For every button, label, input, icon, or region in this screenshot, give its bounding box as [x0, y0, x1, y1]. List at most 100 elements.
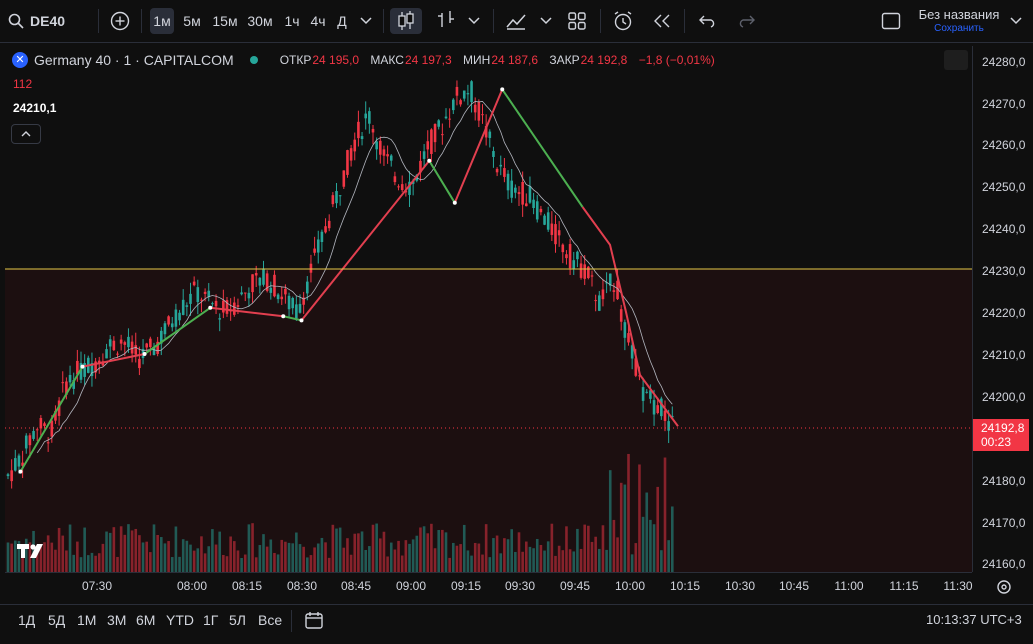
- price-tick: 24270,0: [982, 97, 1026, 111]
- candle-body: [565, 254, 568, 259]
- time-tick: 08:15: [231, 579, 263, 593]
- legend-title[interactable]: Germany 40 · 1 · CAPITALCOM: [34, 52, 234, 68]
- zigzag-pivot: [299, 318, 304, 323]
- volume-bar: [565, 526, 568, 572]
- volume-bar: [667, 540, 670, 572]
- volume-bar: [572, 551, 576, 572]
- volume-bar: [236, 550, 240, 572]
- zigzag-pivot: [142, 352, 147, 356]
- candle-body: [590, 275, 594, 277]
- candle-body: [506, 173, 510, 191]
- volume-bar: [170, 557, 174, 572]
- volume-bar: [652, 524, 656, 572]
- volume-bar: [411, 539, 415, 572]
- volume-bar: [481, 554, 484, 572]
- candle-body: [276, 294, 280, 300]
- candle-body: [441, 134, 444, 136]
- volume-bar: [112, 527, 116, 572]
- candle-body: [181, 299, 185, 315]
- volume-bar: [108, 532, 112, 572]
- range-6m-button[interactable]: 6М: [136, 612, 155, 628]
- volume-bar: [630, 554, 634, 572]
- time-tick: 10:15: [669, 579, 701, 593]
- candle-body: [598, 295, 601, 311]
- candle-body: [576, 251, 579, 260]
- volume-bar: [349, 554, 353, 572]
- candle-body: [6, 474, 10, 477]
- candle-body: [108, 339, 112, 347]
- volume-bar: [79, 557, 83, 572]
- range-5y-button[interactable]: 5Л: [229, 612, 246, 628]
- volume-bar: [419, 527, 422, 572]
- volume-bar: [335, 528, 338, 572]
- candle-body: [349, 148, 353, 161]
- volume-bar: [608, 470, 612, 572]
- volume-bar: [649, 519, 652, 572]
- time-tick: 07:30: [81, 579, 113, 593]
- zigzag-pivot: [500, 87, 505, 92]
- candle-body: [174, 309, 178, 327]
- volume-bar: [663, 457, 667, 572]
- time-axis[interactable]: [5, 572, 972, 605]
- collapse-legend-button[interactable]: [11, 124, 41, 144]
- candle-body: [433, 124, 437, 143]
- volume-bar: [262, 534, 265, 572]
- range-1m-button[interactable]: 1М: [77, 612, 96, 628]
- volume-bar: [134, 528, 138, 572]
- candle-body: [371, 128, 375, 133]
- open-label: ОТКР: [279, 53, 312, 67]
- timezone-clock[interactable]: 10:13:37 UTC+3: [926, 612, 1022, 627]
- volume-bar: [543, 550, 546, 572]
- volume-bar: [145, 541, 148, 572]
- candle-body: [645, 391, 649, 393]
- range-1y-button[interactable]: 1Г: [203, 612, 218, 628]
- volume-bar: [357, 533, 360, 572]
- volume-bar: [295, 532, 298, 572]
- volume-bar: [528, 546, 532, 572]
- candle-body: [583, 264, 586, 279]
- volume-bar: [225, 556, 229, 572]
- volume-bar: [116, 556, 119, 572]
- volume-bar: [324, 542, 327, 572]
- candle-body: [473, 104, 477, 113]
- volume-bar: [532, 548, 535, 572]
- candle-body: [295, 304, 298, 319]
- candle-body: [291, 297, 294, 309]
- volume-bar: [393, 549, 397, 572]
- candle-body: [214, 300, 218, 307]
- candle-body: [521, 181, 524, 205]
- volume-bar: [87, 555, 90, 572]
- goto-date-button[interactable]: [304, 610, 328, 632]
- volume-bar: [645, 492, 649, 572]
- candle-body: [320, 231, 324, 243]
- candle-body: [46, 442, 50, 444]
- zigzag-segment: [428, 160, 456, 204]
- candle-body: [579, 263, 583, 278]
- axis-settings-button[interactable]: [993, 576, 1015, 598]
- candle-body: [236, 305, 240, 307]
- candle-body: [17, 455, 21, 467]
- range-5d-button[interactable]: 5Д: [48, 612, 65, 628]
- close-value: 24 192,8: [580, 53, 628, 67]
- zigzag-segment: [210, 306, 284, 318]
- price-tick: 24260,0: [982, 138, 1026, 152]
- zigzag-pivot: [208, 305, 213, 310]
- range-all-button[interactable]: Все: [258, 612, 282, 628]
- chart-settings-button[interactable]: [944, 50, 968, 70]
- range-ytd-button[interactable]: YTD: [166, 612, 194, 628]
- range-1d-button[interactable]: 1Д: [18, 612, 35, 628]
- range-3m-button[interactable]: 3М: [107, 612, 126, 628]
- candle-body: [546, 212, 550, 230]
- volume-bar: [539, 544, 543, 572]
- candle-body: [663, 410, 667, 421]
- candle-body: [561, 244, 565, 253]
- candle-body: [422, 151, 426, 159]
- volume-bar: [389, 542, 393, 572]
- candle-body: [284, 288, 287, 295]
- volume-bar: [587, 525, 590, 572]
- volume-bar: [441, 529, 444, 572]
- candle-body: [375, 141, 378, 150]
- candle-body: [273, 274, 276, 297]
- candle-body: [528, 186, 532, 203]
- low-label: МИН: [463, 53, 491, 67]
